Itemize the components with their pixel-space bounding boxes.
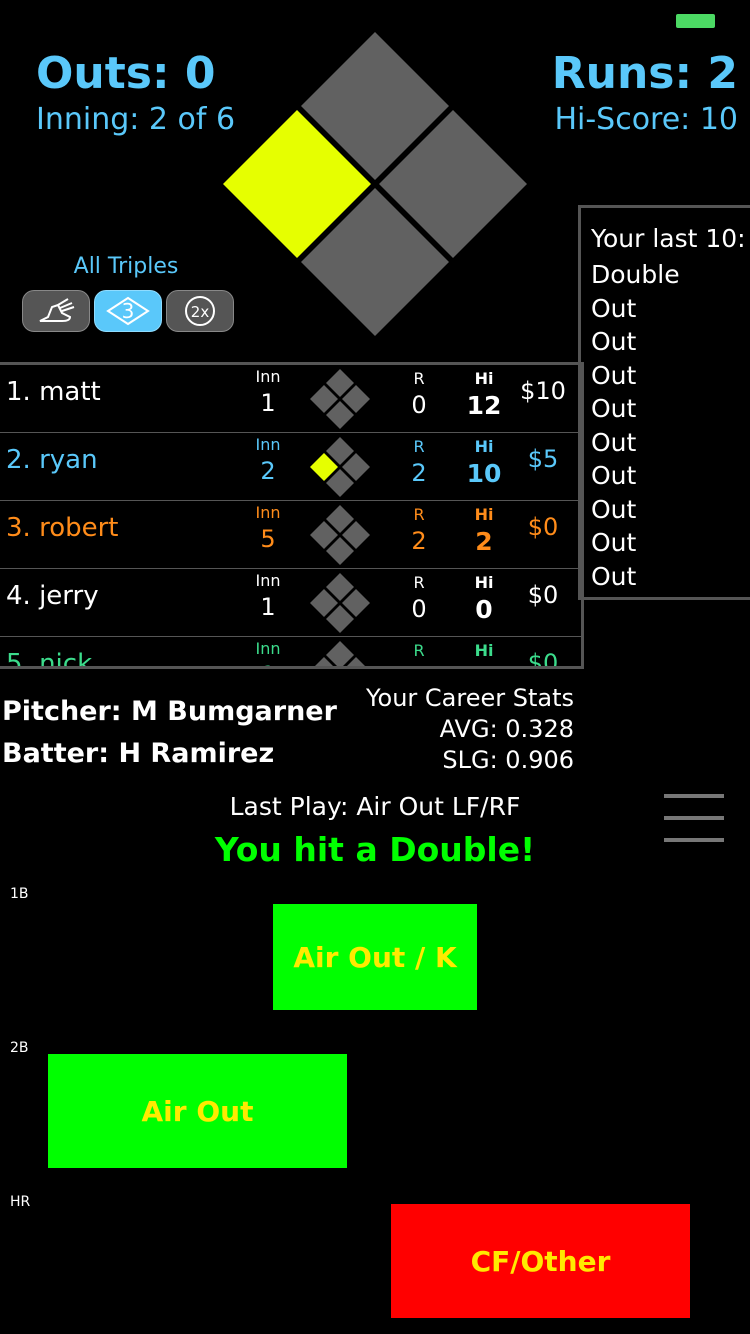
menu-icon[interactable] [664, 794, 724, 850]
player-runs: 2 [411, 459, 427, 487]
inn-label: Inn [255, 435, 281, 454]
inn-label: Inn [255, 571, 281, 590]
double-powerup-button[interactable]: 2x [166, 290, 234, 332]
hi-label: Hi [474, 573, 494, 592]
last-10-list: Double Out Out Out Out Out Out Out Out O… [591, 258, 680, 593]
player-inning: 1 [250, 661, 286, 666]
player-hi: 12 [466, 391, 502, 420]
lane-label-1b: 1B [10, 886, 29, 902]
inn-label: Inn [255, 503, 281, 522]
table-row[interactable]: 4. jerry Inn 1 R 0 Hi 0 $0 [0, 569, 581, 637]
2x-icon: 2x [185, 296, 215, 326]
player-hi: 2 [475, 527, 493, 556]
r-label: R [413, 641, 425, 660]
speed-powerup-button[interactable] [22, 290, 90, 332]
r-label: R [413, 505, 425, 524]
hi-label: Hi [474, 437, 494, 456]
lane-label-2b: 2B [10, 1040, 29, 1056]
mini-base-diamond [315, 641, 365, 666]
player-money: $0 [527, 513, 559, 541]
table-row[interactable]: 1. matt Inn 1 R 0 Hi 12 $10 [0, 365, 581, 433]
player-runs: 0 [411, 595, 427, 623]
hi-label: Hi [474, 369, 494, 388]
last-10-title: Your last 10: [591, 224, 746, 253]
career-avg: AVG: 0.328 [439, 715, 574, 743]
list-item: Out [591, 494, 637, 524]
list-item: Out [591, 327, 637, 356]
table-row[interactable]: 5. nick Inn 1 R Hi $0 [0, 637, 581, 669]
last-10-panel: Your last 10: Double Out Out Out Out Out… [578, 205, 750, 600]
career-stats: Your Career Stats AVG: 0.328 SLG: 0.906 [366, 683, 574, 776]
player-money: $0 [527, 581, 559, 609]
player-name: 3. robert [6, 513, 119, 543]
player-name: 2. ryan [6, 445, 98, 475]
mini-base-diamond [310, 505, 370, 565]
r-label: R [413, 573, 425, 592]
powerup-label: All Triples [73, 254, 179, 279]
table-row[interactable]: 3. robert Inn 5 R 2 Hi 2 $0 [0, 501, 581, 569]
cf-other-button[interactable]: CF/Other [391, 1204, 690, 1318]
mini-base-diamond [310, 369, 370, 429]
list-item: Out [591, 394, 637, 423]
player-inning: 5 [260, 525, 276, 553]
svg-text:3: 3 [122, 299, 135, 323]
list-item: Out [591, 427, 637, 457]
hi-score: Hi-Score: 10 [554, 102, 738, 137]
player-name: 4. jerry [6, 581, 99, 611]
svg-text:2x: 2x [191, 303, 210, 321]
runs-count: Runs: 2 [551, 48, 738, 99]
player-money: $10 [520, 377, 566, 405]
inn-label: Inn [255, 639, 281, 658]
player-money: $0 [527, 649, 559, 669]
battery-icon [676, 14, 715, 28]
inn-label: Inn [255, 367, 281, 386]
base-diamond [223, 32, 527, 336]
lane-label-hr: HR [10, 1194, 31, 1210]
mini-base-diamond [310, 573, 370, 633]
triple-3-icon: 3 [106, 296, 150, 326]
r-label: R [413, 369, 425, 388]
career-stats-title: Your Career Stats [366, 684, 574, 712]
air-out-button[interactable]: Air Out [48, 1054, 347, 1168]
player-name: 5. nick [6, 649, 93, 669]
list-item: Out [591, 360, 637, 390]
list-item: Out [591, 461, 637, 490]
player-inning: 1 [260, 389, 276, 417]
batter-name: Batter: H Ramirez [2, 738, 275, 769]
player-hi: 0 [475, 595, 493, 624]
play-result: You hit a Double! [214, 830, 536, 869]
mini-base-diamond [310, 437, 370, 497]
player-inning: 2 [260, 457, 276, 485]
player-runs: 0 [411, 391, 427, 419]
player-name: 1. matt [6, 377, 101, 407]
hi-label: Hi [474, 505, 494, 524]
table-row[interactable]: 2. ryan Inn 2 R 2 Hi 10 $5 [0, 433, 581, 501]
air-out-k-button[interactable]: Air Out / K [273, 904, 477, 1010]
player-money: $5 [527, 445, 559, 473]
player-inning: 1 [260, 593, 276, 621]
winged-shoe-icon [39, 298, 75, 322]
hi-label: Hi [474, 641, 494, 660]
r-label: R [413, 437, 425, 456]
pitcher-name: Pitcher: M Bumgarner [2, 696, 337, 727]
list-item: Out [591, 561, 637, 591]
list-item: Double [591, 260, 680, 289]
triple-powerup-button[interactable]: 3 [94, 290, 162, 332]
outs-count: Outs: 0 [36, 48, 216, 99]
career-slg: SLG: 0.906 [442, 746, 574, 774]
list-item: Out [591, 293, 637, 323]
inning-indicator: Inning: 2 of 6 [36, 102, 236, 137]
list-item: Out [591, 528, 637, 557]
player-hi: 10 [466, 459, 502, 488]
last-play: Last Play: Air Out LF/RF [229, 792, 521, 821]
player-runs: 2 [411, 527, 427, 555]
leaderboard[interactable]: 1. matt Inn 1 R 0 Hi 12 $10 2. ryan Inn 2 R 2 Hi 10 $5 3… [0, 362, 584, 669]
